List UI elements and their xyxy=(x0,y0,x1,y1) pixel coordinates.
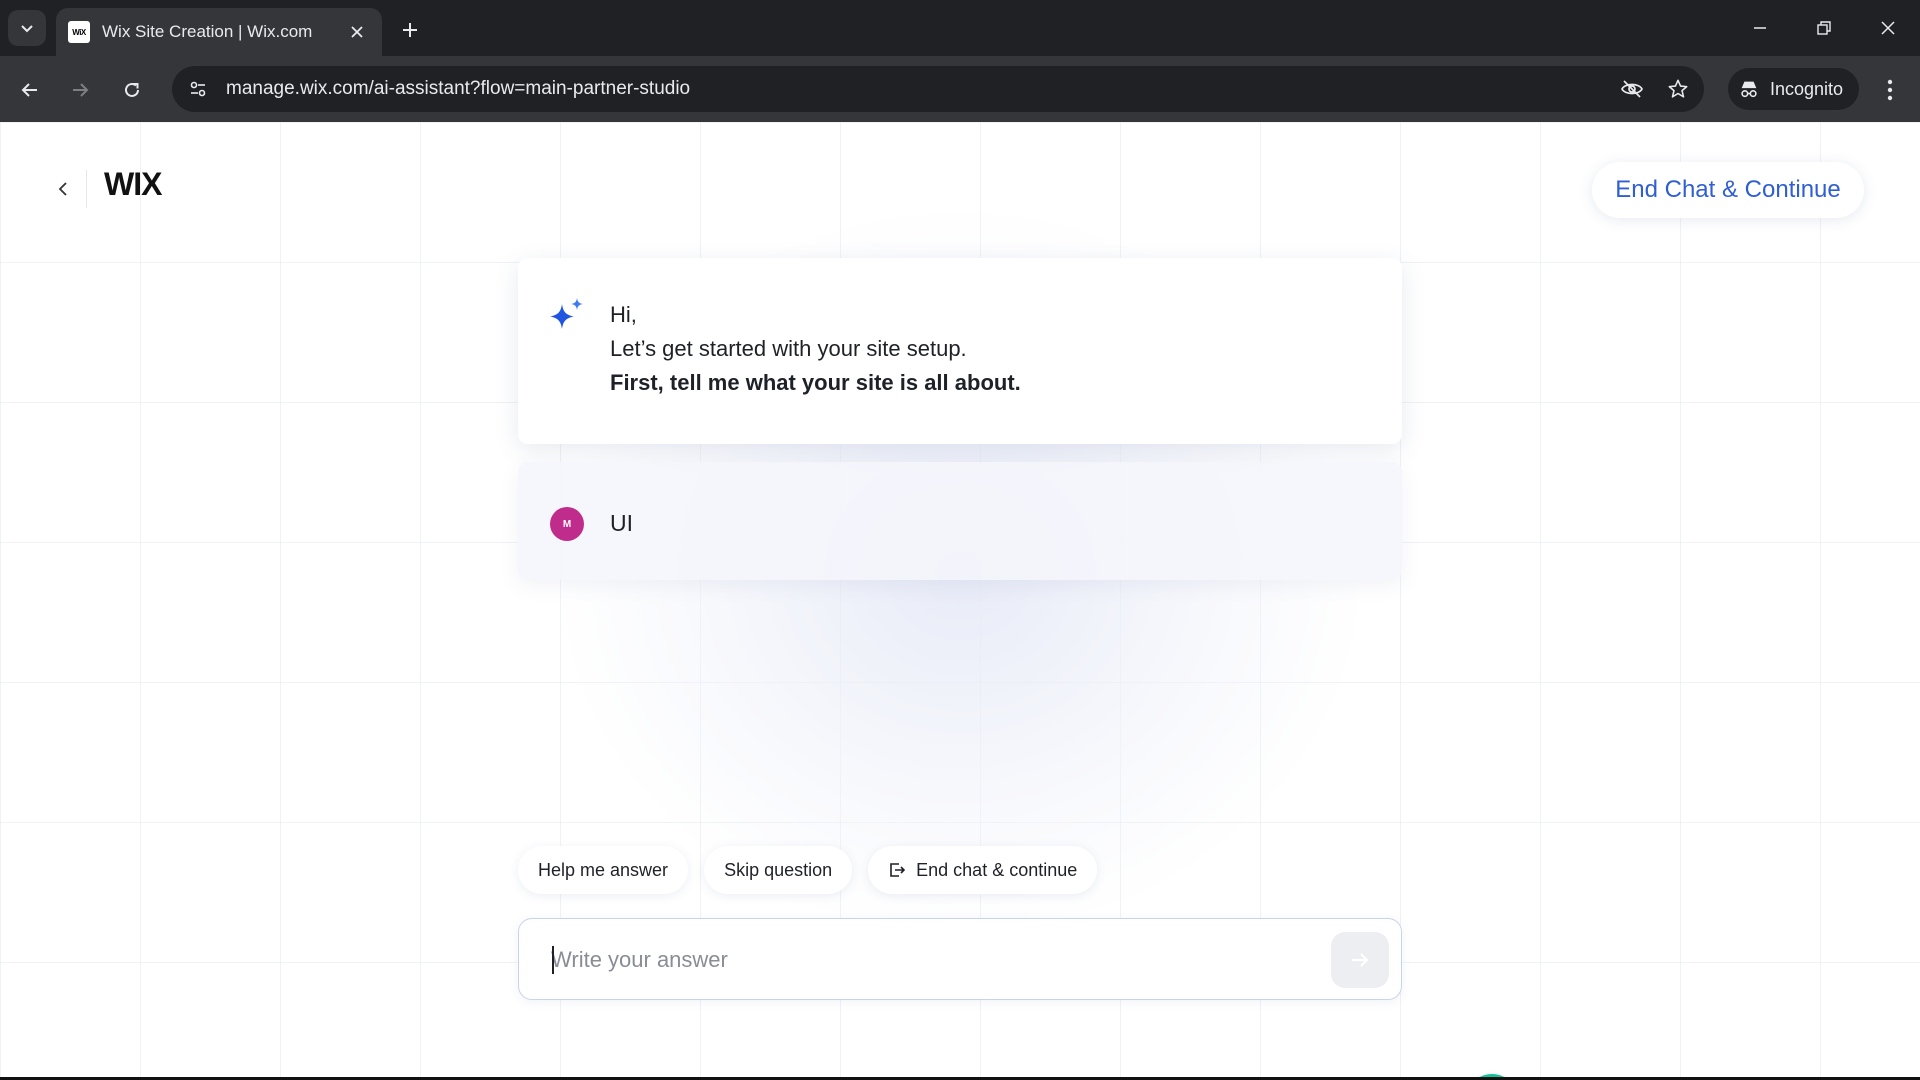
help-me-answer-label: Help me answer xyxy=(538,859,669,880)
eye-off-icon xyxy=(1621,80,1643,98)
skip-question-label: Skip question xyxy=(724,859,833,880)
incognito-icon xyxy=(1741,81,1757,98)
help-me-answer-button[interactable]: Help me answer xyxy=(518,846,689,894)
bookmark-star-button[interactable] xyxy=(1658,69,1698,109)
browser-tab-strip: WiX Wix Site Creation | Wix.com xyxy=(0,0,1920,56)
incognito-badge[interactable]: Incognito xyxy=(1728,68,1860,110)
browser-tab[interactable]: WiX Wix Site Creation | Wix.com xyxy=(56,8,382,56)
ai-sparkle-icon xyxy=(550,298,583,329)
plus-icon xyxy=(403,23,417,37)
answer-input[interactable] xyxy=(551,939,1291,981)
end-chat-chip-label: End chat & continue xyxy=(916,859,1078,880)
user-message-text: UI xyxy=(610,510,633,536)
wix-logo[interactable]: WIX xyxy=(104,166,162,203)
wix-favicon-icon: WiX xyxy=(68,21,90,43)
forward-button[interactable] xyxy=(62,72,98,108)
end-chat-continue-button[interactable]: End Chat & Continue xyxy=(1592,162,1864,218)
incognito-label: Incognito xyxy=(1770,78,1844,99)
site-info-button[interactable] xyxy=(178,69,218,109)
assistant-message-text: Hi, Let’s get started with your site set… xyxy=(610,298,1021,400)
tab-close-button[interactable] xyxy=(344,19,370,45)
minimize-icon xyxy=(1754,27,1766,29)
close-icon xyxy=(1881,21,1895,35)
close-icon xyxy=(351,26,363,38)
assistant-message-card: Hi, Let’s get started with your site set… xyxy=(518,258,1402,444)
assistant-intro-line: Let’s get started with your site setup. xyxy=(610,336,967,361)
star-icon xyxy=(1668,79,1688,98)
reload-button[interactable] xyxy=(114,72,150,108)
browser-toolbar: manage.wix.com/ai-assistant?flow=main-pa… xyxy=(0,56,1920,122)
quick-actions: Help me answer Skip question End chat & … xyxy=(518,846,1098,894)
text-caret xyxy=(552,946,554,974)
send-button[interactable] xyxy=(1331,932,1389,988)
restore-button[interactable] xyxy=(1792,0,1856,56)
arrow-right-icon xyxy=(73,83,89,97)
page-content: WIX End Chat & Continue Hi, Let’s get st… xyxy=(0,122,1920,1077)
back-link[interactable] xyxy=(52,174,74,204)
arrow-left-icon xyxy=(21,83,37,97)
restore-icon xyxy=(1817,21,1831,35)
assistant-greeting: Hi, xyxy=(610,302,637,327)
tab-title: Wix Site Creation | Wix.com xyxy=(102,22,313,41)
exit-icon xyxy=(890,863,906,877)
answer-box xyxy=(518,918,1402,1000)
arrow-right-icon xyxy=(1352,953,1369,967)
browser-menu-button[interactable] xyxy=(1872,72,1908,108)
end-chat-chip-button[interactable]: End chat & continue xyxy=(868,846,1098,894)
tracking-protection-button[interactable] xyxy=(1612,69,1652,109)
url-text[interactable]: manage.wix.com/ai-assistant?flow=main-pa… xyxy=(226,78,1612,100)
tune-icon xyxy=(190,81,206,97)
chevron-down-icon xyxy=(21,25,33,33)
minimize-button[interactable] xyxy=(1728,0,1792,56)
reload-icon xyxy=(125,82,139,97)
skip-question-button[interactable]: Skip question xyxy=(704,846,853,894)
assistant-question: First, tell me what your site is all abo… xyxy=(610,370,1021,395)
back-button[interactable] xyxy=(12,72,48,108)
address-bar[interactable]: manage.wix.com/ai-assistant?flow=main-pa… xyxy=(172,66,1704,112)
user-avatar: M xyxy=(550,507,584,541)
more-vertical-icon xyxy=(1887,79,1893,101)
header-divider xyxy=(86,170,87,208)
new-tab-button[interactable] xyxy=(394,14,426,46)
user-message-card: M UI xyxy=(518,462,1402,580)
chevron-left-icon xyxy=(58,182,67,196)
window-close-button[interactable] xyxy=(1856,0,1920,56)
tab-search-button[interactable] xyxy=(8,10,46,46)
